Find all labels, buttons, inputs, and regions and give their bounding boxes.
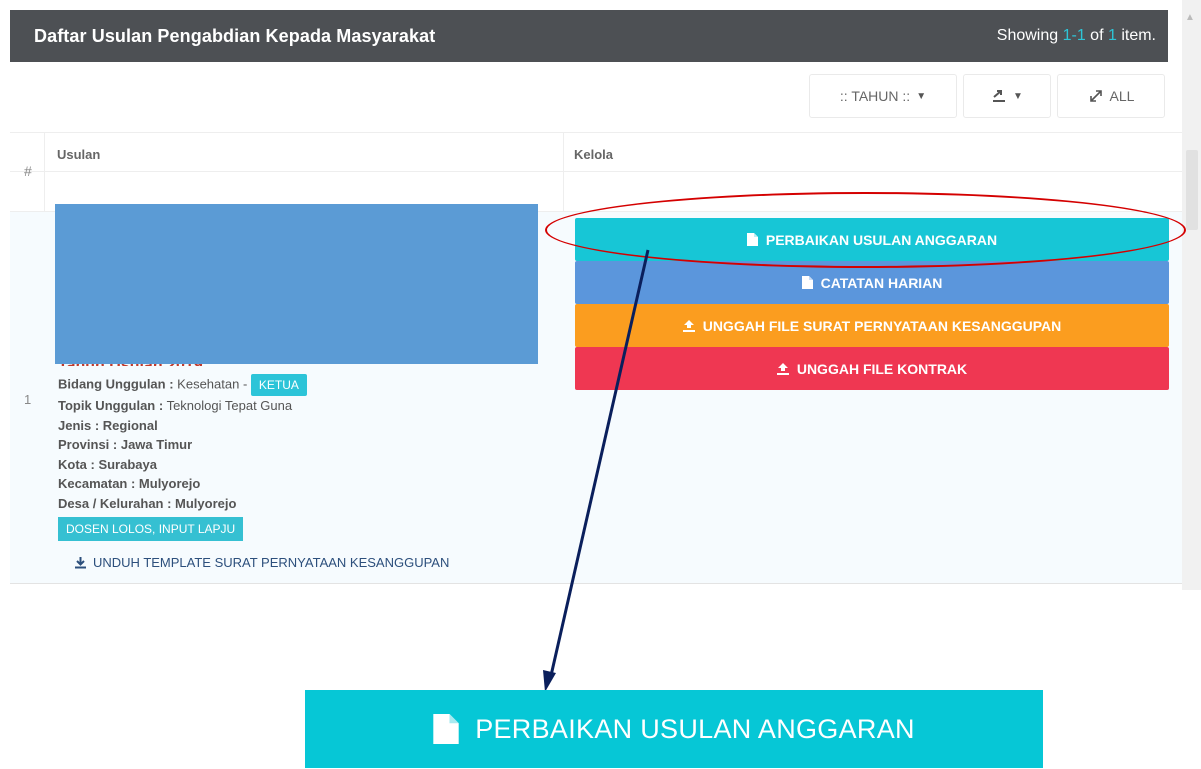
zoomed-perbaikan-button: PERBAIKAN USULAN ANGGARAN xyxy=(305,690,1043,768)
file-icon xyxy=(433,714,459,744)
annotation-arrow xyxy=(543,249,650,692)
